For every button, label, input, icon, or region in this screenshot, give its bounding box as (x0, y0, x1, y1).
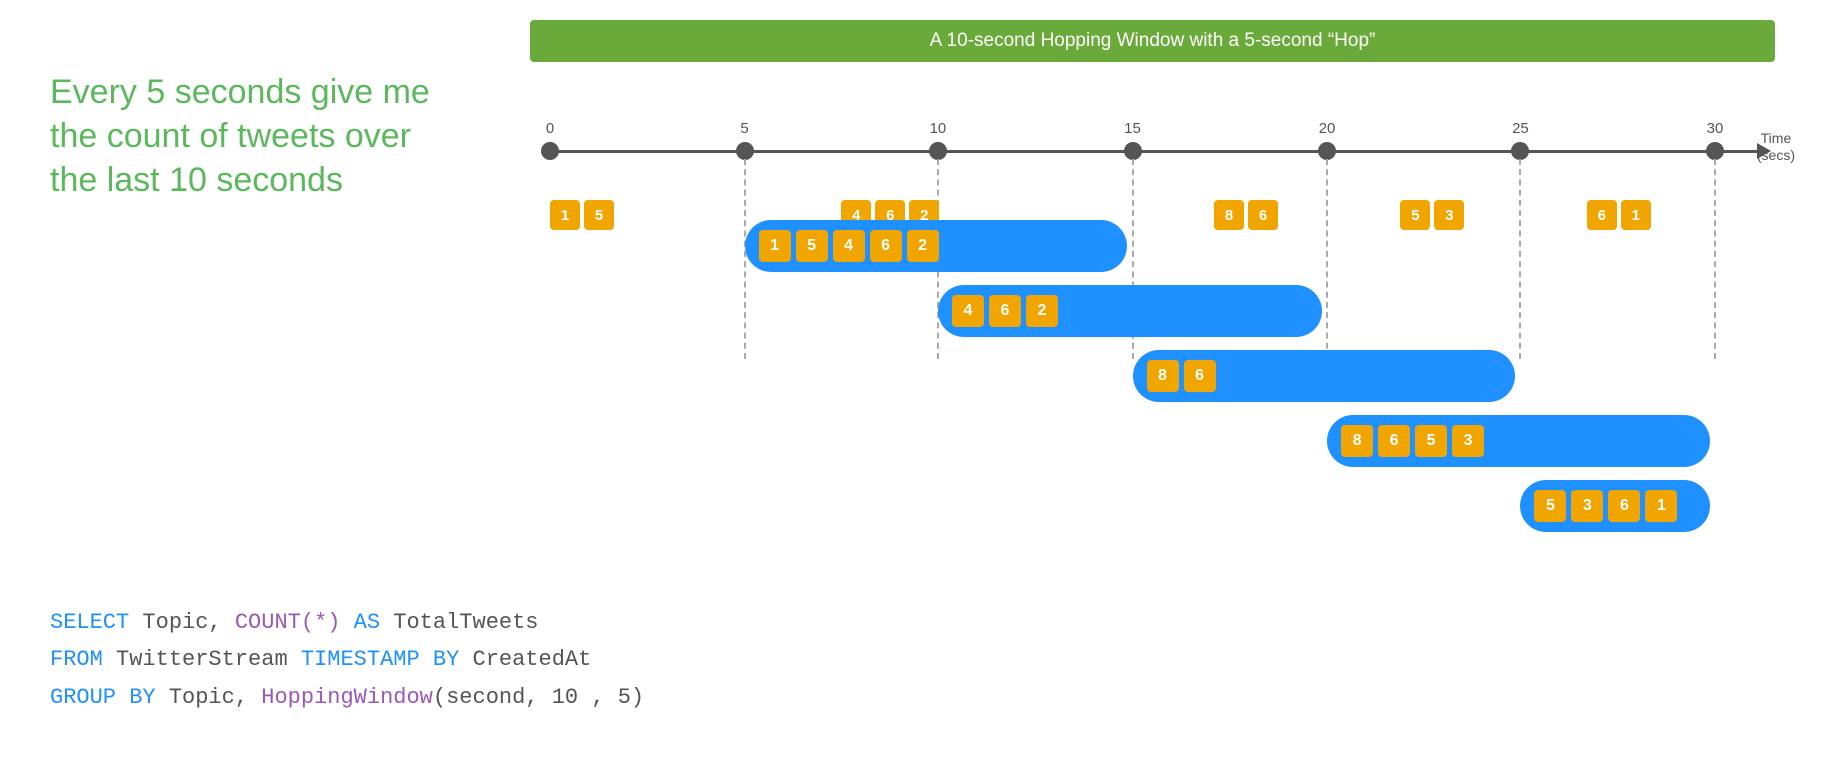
window-badge-1: 1 (1645, 490, 1677, 522)
description-text: Every 5 seconds give me the count of twe… (50, 70, 460, 203)
sql-group-kw: GROUP (50, 685, 116, 710)
dashed-line-5 (744, 159, 746, 359)
top-badge-5: 5 (1400, 200, 1430, 230)
tick-dot-15 (1124, 142, 1142, 160)
top-badge-8: 8 (1214, 200, 1244, 230)
sql-by-kw2: BY (116, 685, 156, 710)
tick-dot-10 (929, 142, 947, 160)
sql-count-kw: COUNT(*) (235, 610, 341, 635)
sql-by-kw: BY (420, 647, 460, 672)
sql-from-kw: FROM (50, 647, 103, 672)
tick-label-5: 5 (740, 120, 748, 137)
window-badge-4: 4 (952, 295, 984, 327)
window-bar-4: 5361 (1520, 480, 1710, 532)
sql-as-kw: AS (340, 610, 380, 635)
tick-label-30: 30 (1707, 120, 1724, 137)
sql-twitterstream: TwitterStream (103, 647, 301, 672)
window-badge-4: 4 (833, 230, 865, 262)
top-badge-group-4: 61 (1587, 200, 1651, 230)
top-badge-1: 1 (1621, 200, 1651, 230)
main-container: Every 5 seconds give me the count of twe… (0, 0, 1835, 776)
top-badge-group-2: 86 (1214, 200, 1278, 230)
tick-dot-20 (1318, 142, 1336, 160)
tick-label-25: 25 (1512, 120, 1529, 137)
timeline-container: Time(secs) 05101520253015462865361 (530, 120, 1795, 180)
tick-label-10: 10 (930, 120, 947, 137)
top-badge-1: 1 (550, 200, 580, 230)
tick-label-20: 20 (1319, 120, 1336, 137)
sql-select-kw: SELECT (50, 610, 129, 635)
window-badge-3: 3 (1571, 490, 1603, 522)
dashed-line-30 (1714, 159, 1716, 359)
window-bar-2: 86 (1133, 350, 1516, 402)
window-badge-6: 6 (1378, 425, 1410, 457)
window-badge-6: 6 (1184, 360, 1216, 392)
window-badge-3: 3 (1452, 425, 1484, 457)
top-badge-group-0: 15 (550, 200, 614, 230)
window-badge-1: 1 (759, 230, 791, 262)
dashed-line-25 (1519, 159, 1521, 359)
timeline-label: Time(secs) (1757, 130, 1795, 164)
dashed-line-20 (1326, 159, 1328, 359)
tick-dot-30 (1706, 142, 1724, 160)
window-badge-5: 5 (1534, 490, 1566, 522)
window-bar-0: 15462 (745, 220, 1128, 272)
top-badge-6: 6 (1587, 200, 1617, 230)
window-badge-5: 5 (1415, 425, 1447, 457)
window-badge-8: 8 (1147, 360, 1179, 392)
tick-label-15: 15 (1124, 120, 1141, 137)
window-bar-3: 8653 (1327, 415, 1710, 467)
sql-select-topic: Topic, (129, 610, 235, 635)
sql-hopping-kw: HoppingWindow (261, 685, 433, 710)
window-bar-1: 462 (938, 285, 1322, 337)
window-badge-6: 6 (989, 295, 1021, 327)
top-badge-group-3: 53 (1400, 200, 1464, 230)
right-panel: A 10-second Hopping Window with a 5-seco… (500, 0, 1835, 776)
top-badge-6: 6 (1248, 200, 1278, 230)
tick-dot-25 (1511, 142, 1529, 160)
window-badge-2: 2 (907, 230, 939, 262)
top-badge-5: 5 (584, 200, 614, 230)
window-badge-6: 6 (1608, 490, 1640, 522)
window-badge-6: 6 (870, 230, 902, 262)
tick-label-0: 0 (546, 120, 554, 137)
tick-dot-5 (736, 142, 754, 160)
window-badge-5: 5 (796, 230, 828, 262)
top-badge-3: 3 (1434, 200, 1464, 230)
timeline-line (550, 150, 1765, 153)
sql-timestamp-kw: TIMESTAMP (301, 647, 420, 672)
header-banner: A 10-second Hopping Window with a 5-seco… (530, 20, 1775, 62)
sql-topic: Topic, (156, 685, 262, 710)
window-badge-2: 2 (1026, 295, 1058, 327)
window-badge-8: 8 (1341, 425, 1373, 457)
tick-dot-0 (541, 142, 559, 160)
